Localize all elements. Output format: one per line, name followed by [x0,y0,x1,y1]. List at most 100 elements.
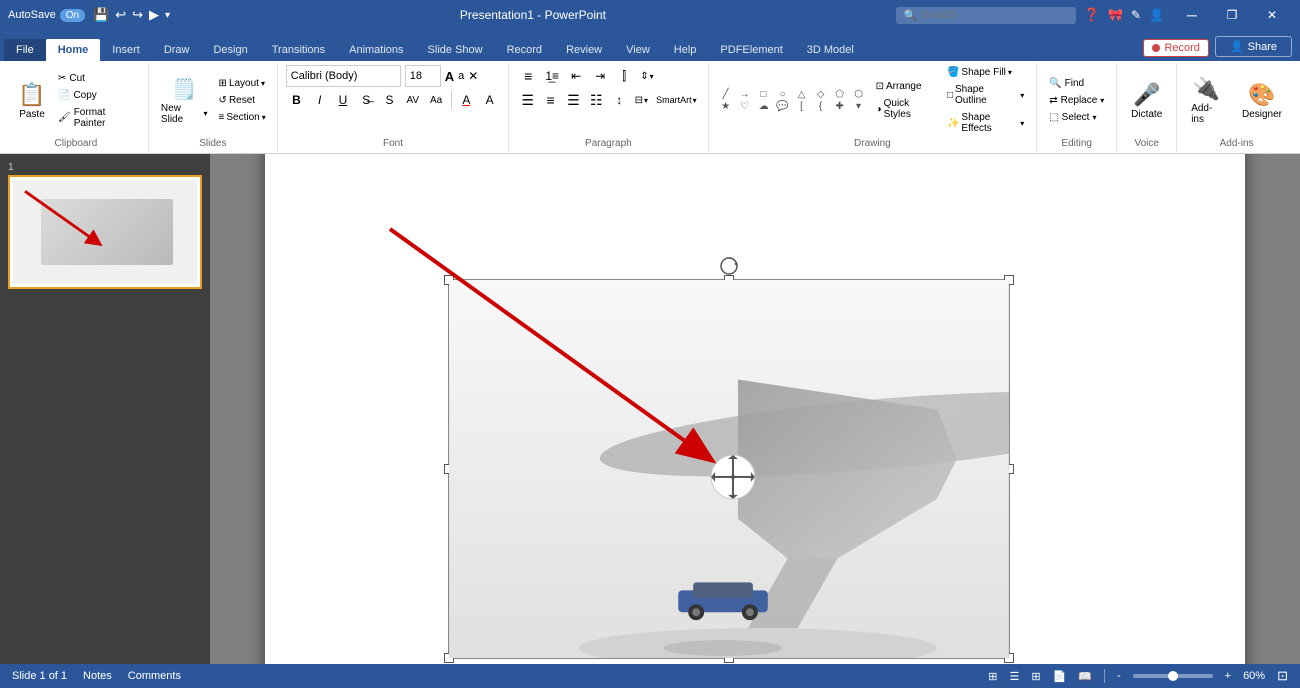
present-icon[interactable]: ▶ [149,7,159,23]
redo-icon[interactable]: ↪ [132,7,143,23]
view-outline-button[interactable]: ☰ [1009,670,1019,683]
close-button[interactable]: ✕ [1252,0,1292,30]
view-reading-button[interactable]: 📖 [1078,670,1092,683]
tab-transitions[interactable]: Transitions [260,39,337,61]
tab-3dmodel[interactable]: 3D Model [795,39,866,61]
text-shadow-button[interactable]: S [379,89,400,111]
search-input[interactable] [922,9,1062,21]
shape-cross[interactable]: ✚ [831,101,849,112]
reset-button[interactable]: ↺ Reset [216,93,269,108]
tab-insert[interactable]: Insert [100,39,152,61]
text-direction-button[interactable]: ⇕ ▾ [637,69,656,84]
qa-more-icon[interactable]: ▾ [165,10,170,21]
minimize-button[interactable]: ─ [1172,0,1212,30]
zoom-level[interactable]: 60% [1243,670,1265,682]
char-spacing-button[interactable]: AV [402,89,423,111]
tab-view[interactable]: View [614,39,662,61]
shape-gallery[interactable]: ╱ → □ ○ △ ◇ ⬠ ⬡ ★ ♡ ☁ 💬 [ { ✚ ▾ [717,89,868,112]
view-normal-button[interactable]: ⊞ [988,670,997,683]
highlight-button[interactable]: A [479,89,500,111]
account-icon[interactable]: 👤 [1149,8,1164,22]
tab-record[interactable]: Record [495,39,554,61]
select-button[interactable]: ⬚ Select ▾ [1045,110,1108,125]
replace-button[interactable]: ⇄ Replace ▾ [1045,93,1108,108]
shape-line[interactable]: ╱ [717,89,735,100]
shape-outline-button[interactable]: □ Shape Outline ▾ [943,82,1028,108]
tab-animations[interactable]: Animations [337,39,415,61]
tab-help[interactable]: Help [662,39,709,61]
slide-thumbnail-1[interactable] [8,175,202,289]
underline-button[interactable]: U [332,89,353,111]
grow-font-button[interactable]: A [445,69,454,84]
tab-home[interactable]: Home [46,39,101,61]
shape-cloud[interactable]: ☁ [755,101,773,112]
bullets-button[interactable]: ≡ [517,65,539,87]
shape-hex[interactable]: ⬡ [850,89,868,100]
align-right-button[interactable]: ☰ [563,89,584,111]
zoom-slider[interactable] [1133,674,1213,678]
slide-item-1[interactable]: 1 [8,162,202,289]
tab-file[interactable]: File [4,39,46,61]
canvas-area[interactable] [210,154,1300,664]
align-left-button[interactable]: ☰ [517,89,538,111]
autosave-toggle[interactable]: AutoSave On [8,9,85,22]
shape-pent[interactable]: ⬠ [831,89,849,100]
pen-icon[interactable]: ✎ [1131,8,1141,22]
font-color-button[interactable]: A [456,89,477,111]
shape-more[interactable]: ▾ [850,101,868,112]
new-slide-button[interactable]: 🗒️ New Slide ▾ [157,73,212,129]
find-button[interactable]: 🔍 Find [1045,76,1108,91]
shape-effects-button[interactable]: ✨ Shape Effects ▾ [943,110,1028,136]
model-selection-box[interactable] [448,279,1010,659]
layout-button[interactable]: ⊞ Layout ▾ [216,76,269,91]
shape-arrow[interactable]: → [736,89,754,100]
tab-review[interactable]: Review [554,39,614,61]
tab-draw[interactable]: Draw [152,39,202,61]
italic-button[interactable]: I [309,89,330,111]
justify-button[interactable]: ☷ [586,89,607,111]
comments-button[interactable]: Comments [128,670,181,682]
view-slidesorter-button[interactable]: ⊞ [1031,670,1040,683]
shape-fill-button[interactable]: 🪣 Shape Fill ▾ [943,65,1028,80]
shape-tri[interactable]: △ [793,89,811,100]
search-box[interactable]: 🔍 [896,7,1076,24]
shape-brace[interactable]: { [812,101,830,112]
shape-diamond[interactable]: ◇ [812,89,830,100]
convert-smartart-button[interactable]: SmartArt ▾ [653,93,700,107]
increase-indent-button[interactable]: ⇥ [589,65,611,87]
shape-star[interactable]: ★ [717,101,735,112]
undo-icon[interactable]: ↩ [115,7,126,23]
font-name-input[interactable] [286,65,401,87]
dictate-button[interactable]: 🎤 Dictate [1125,78,1168,124]
cols-button[interactable]: ⫿ [613,65,635,87]
change-case-button[interactable]: Aa [425,89,446,111]
addins-button[interactable]: 🔌 Add-ins [1185,72,1228,129]
restore-button[interactable]: ❐ [1212,0,1252,30]
zoom-out-button[interactable]: - [1117,670,1121,682]
copy-button[interactable]: 📄 Copy [54,88,140,103]
shrink-font-button[interactable]: a [458,70,464,82]
numbering-button[interactable]: 1̲≡ [541,65,563,87]
format-painter-button[interactable]: 🖌 Format Painter [54,105,140,131]
ribbon-icon[interactable]: 🎀 [1108,8,1123,22]
view-notes-button[interactable]: 📄 [1053,670,1067,683]
decrease-indent-button[interactable]: ⇤ [565,65,587,87]
shape-bracket[interactable]: [ [793,101,811,112]
font-size-input[interactable] [405,65,441,87]
clear-format-button[interactable]: ✕ [468,69,478,83]
record-button[interactable]: Record [1143,39,1208,57]
align-text-button[interactable]: ⊟ ▾ [632,93,651,108]
line-spacing-button[interactable]: ↕ [609,89,630,111]
paste-button[interactable]: 📋 Paste [12,78,52,124]
save-icon[interactable]: 💾 [93,7,109,23]
share-button[interactable]: 👤 Share [1215,36,1292,57]
slide-canvas[interactable] [265,154,1245,664]
tab-design[interactable]: Design [201,39,259,61]
align-center-button[interactable]: ≡ [540,89,561,111]
notes-button[interactable]: Notes [83,670,112,682]
strikethrough-button[interactable]: S̶ [356,89,377,111]
section-button[interactable]: ≡ Section ▾ [216,110,269,125]
arrange-button[interactable]: ⊡ Arrange [872,79,939,94]
help-icon[interactable]: ❓ [1084,7,1100,23]
quick-styles-button[interactable]: ◑ Quick Styles [872,96,939,122]
